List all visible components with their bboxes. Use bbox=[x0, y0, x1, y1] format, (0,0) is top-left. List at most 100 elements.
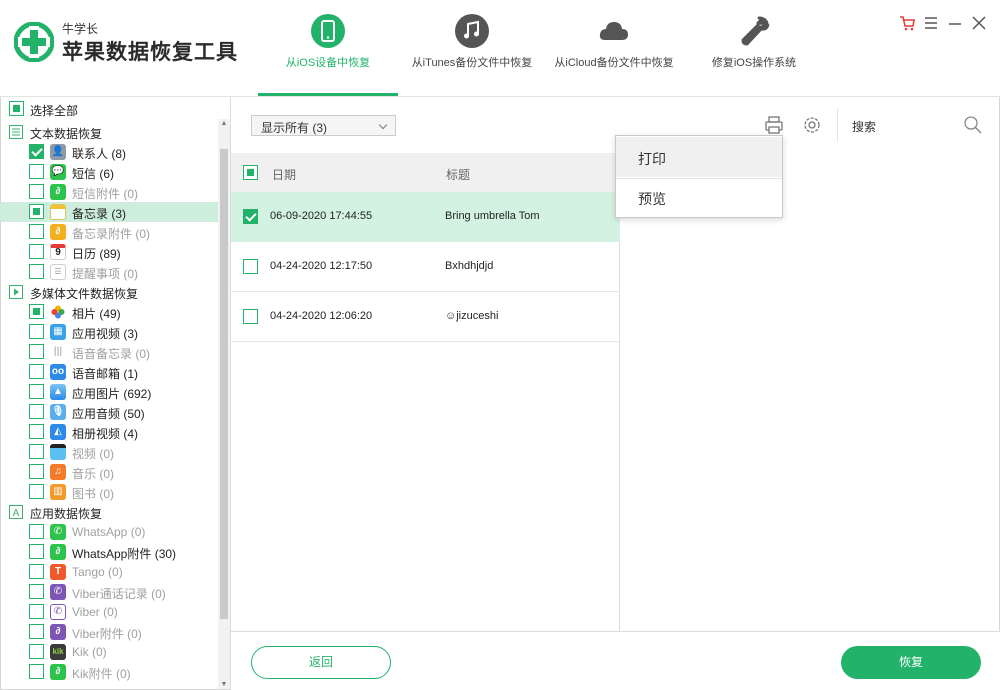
sidebar-item-reminders[interactable]: ☰ 提醒事项 (0) bbox=[0, 262, 219, 282]
minimize-icon[interactable] bbox=[946, 14, 964, 32]
column-header-title[interactable]: 标题 bbox=[446, 166, 470, 183]
whatsapp-attachment-icon: ∂ bbox=[50, 544, 66, 560]
sidebar-item-message-attachments[interactable]: ∂ 短信附件 (0) bbox=[0, 182, 219, 202]
tab-ios-device[interactable]: 从iOS设备中恢复 bbox=[258, 0, 398, 96]
category-label: 多媒体文件数据恢复 bbox=[30, 287, 139, 301]
sidebar-item-notes[interactable]: 备忘录 (3) bbox=[0, 202, 219, 222]
list-row[interactable]: 04-24-2020 12:17:50 Bxhdhjdjd bbox=[231, 242, 620, 292]
sidebar-item-kik-attachments[interactable]: ∂ Kik附件 (0) bbox=[0, 662, 219, 682]
sidebar-item-app-photos[interactable]: ▲ 应用图片 (692) bbox=[0, 382, 219, 402]
item-checkbox[interactable] bbox=[29, 364, 44, 379]
item-checkbox[interactable] bbox=[29, 304, 44, 319]
item-checkbox[interactable] bbox=[29, 384, 44, 399]
sidebar-item-notes-attachments[interactable]: ∂ 备忘录附件 (0) bbox=[0, 222, 219, 242]
sidebar-item-calendar[interactable]: 9 日历 (89) bbox=[0, 242, 219, 262]
sidebar-item-voice-memos[interactable]: ||| 语音备忘录 (0) bbox=[0, 342, 219, 362]
sidebar-item-video[interactable]: 视频 (0) bbox=[0, 442, 219, 462]
svg-text:A: A bbox=[13, 508, 20, 519]
sidebar-item-label: 相片 (49) bbox=[72, 307, 121, 321]
category-text-data[interactable]: 文本数据恢复 bbox=[0, 122, 219, 142]
tab-icloud-backup[interactable]: 从iCloud备份文件中恢复 bbox=[544, 0, 684, 96]
list-header: 日期 标题 bbox=[231, 153, 620, 192]
sidebar-item-whatsapp[interactable]: ✆ WhatsApp (0) bbox=[0, 522, 219, 542]
menu-item-print[interactable]: 打印 bbox=[616, 137, 782, 177]
sidebar-item-label: 音乐 (0) bbox=[72, 467, 115, 481]
item-checkbox[interactable] bbox=[29, 264, 44, 279]
sidebar-item-viber-calls[interactable]: ✆ Viber通话记录 (0) bbox=[0, 582, 219, 602]
item-checkbox[interactable] bbox=[29, 664, 44, 679]
phone-icon bbox=[311, 14, 345, 48]
item-checkbox[interactable] bbox=[29, 224, 44, 239]
tab-itunes-backup[interactable]: 从iTunes备份文件中恢复 bbox=[402, 0, 542, 96]
item-checkbox[interactable] bbox=[29, 144, 44, 159]
item-checkbox[interactable] bbox=[29, 204, 44, 219]
item-checkbox[interactable] bbox=[29, 424, 44, 439]
item-checkbox[interactable] bbox=[29, 624, 44, 639]
scroll-down-icon[interactable]: ▼ bbox=[220, 681, 228, 688]
sidebar-item-kik[interactable]: kik Kik (0) bbox=[0, 642, 219, 662]
search-input[interactable]: 搜索 bbox=[852, 118, 876, 135]
item-checkbox[interactable] bbox=[29, 164, 44, 179]
list-row[interactable]: 04-24-2020 12:06:20 ☺jizuceshi bbox=[231, 292, 620, 342]
item-checkbox[interactable] bbox=[29, 584, 44, 599]
select-all-checkbox[interactable] bbox=[9, 101, 24, 116]
recover-button[interactable]: 恢复 bbox=[841, 646, 981, 679]
close-icon[interactable] bbox=[970, 14, 988, 32]
sidebar-item-contacts[interactable]: 👤 联系人 (8) bbox=[0, 142, 219, 162]
sidebar-item-whatsapp-attachments[interactable]: ∂ WhatsApp附件 (30) bbox=[0, 542, 219, 562]
filter-dropdown[interactable]: 显示所有 (3) bbox=[251, 115, 396, 136]
sidebar-item-messages[interactable]: 💬 短信 (6) bbox=[0, 162, 219, 182]
item-checkbox[interactable] bbox=[29, 244, 44, 259]
sidebar-item-music[interactable]: ♫ 音乐 (0) bbox=[0, 462, 219, 482]
sidebar-item-label: 应用视频 (3) bbox=[72, 327, 139, 341]
sidebar-item-app-video[interactable]: ▦ 应用视频 (3) bbox=[0, 322, 219, 342]
brand-title: 苹果数据恢复工具 bbox=[62, 41, 238, 64]
item-checkbox[interactable] bbox=[29, 644, 44, 659]
item-checkbox[interactable] bbox=[29, 184, 44, 199]
row-checkbox[interactable] bbox=[243, 209, 258, 224]
item-checkbox[interactable] bbox=[29, 524, 44, 539]
item-checkbox[interactable] bbox=[29, 464, 44, 479]
row-checkbox[interactable] bbox=[243, 259, 258, 274]
printer-icon[interactable] bbox=[763, 114, 785, 136]
select-all-label: 选择全部 bbox=[30, 104, 79, 118]
sidebar-item-app-audio[interactable]: 🎙 应用音频 (50) bbox=[0, 402, 219, 422]
tab-repair-ios[interactable]: 修复iOS操作系统 bbox=[686, 0, 822, 96]
toolbar-divider bbox=[837, 108, 838, 142]
sidebar-item-label: Tango (0) bbox=[72, 565, 123, 579]
sidebar-item-album-video[interactable]: ◭ 相册视频 (4) bbox=[0, 422, 219, 442]
list-select-all-checkbox[interactable] bbox=[243, 165, 258, 180]
sidebar-item-viber-attachments[interactable]: ∂ Viber附件 (0) bbox=[0, 622, 219, 642]
sidebar-item-viber[interactable]: ✆ Viber (0) bbox=[0, 602, 219, 622]
cart-icon[interactable] bbox=[898, 14, 916, 32]
row-checkbox[interactable] bbox=[243, 309, 258, 324]
item-checkbox[interactable] bbox=[29, 344, 44, 359]
item-checkbox[interactable] bbox=[29, 564, 44, 579]
sidebar-scrollbar[interactable]: ▲ ▼ bbox=[218, 119, 230, 689]
notes-attachment-icon: ∂ bbox=[50, 224, 66, 240]
item-checkbox[interactable] bbox=[29, 444, 44, 459]
notes-icon bbox=[50, 204, 66, 220]
menu-icon[interactable] bbox=[922, 14, 940, 32]
item-checkbox[interactable] bbox=[29, 544, 44, 559]
list-row[interactable]: 06-09-2020 17:44:55 Bring umbrella Tom bbox=[231, 192, 620, 242]
column-header-date[interactable]: 日期 bbox=[272, 166, 296, 183]
scrollbar-thumb[interactable] bbox=[220, 149, 228, 619]
item-checkbox[interactable] bbox=[29, 324, 44, 339]
sidebar-item-voicemail[interactable]: oo 语音邮箱 (1) bbox=[0, 362, 219, 382]
back-button[interactable]: 返回 bbox=[251, 646, 391, 679]
item-checkbox[interactable] bbox=[29, 604, 44, 619]
sidebar-item-books[interactable]: ▥ 图书 (0) bbox=[0, 482, 219, 502]
item-checkbox[interactable] bbox=[29, 484, 44, 499]
menu-item-preview[interactable]: 预览 bbox=[616, 177, 782, 217]
sidebar-item-photos[interactable]: 相片 (49) bbox=[0, 302, 219, 322]
item-checkbox[interactable] bbox=[29, 404, 44, 419]
sidebar-item-tango[interactable]: T Tango (0) bbox=[0, 562, 219, 582]
select-all-row[interactable]: 选择全部 bbox=[0, 99, 219, 119]
search-icon[interactable] bbox=[962, 114, 984, 136]
category-app-data[interactable]: A 应用数据恢复 bbox=[0, 502, 219, 522]
gear-icon[interactable] bbox=[801, 114, 823, 136]
category-multimedia[interactable]: 多媒体文件数据恢复 bbox=[0, 282, 219, 302]
sidebar-item-label: 应用图片 (692) bbox=[72, 387, 152, 401]
scroll-up-icon[interactable]: ▲ bbox=[220, 120, 228, 127]
